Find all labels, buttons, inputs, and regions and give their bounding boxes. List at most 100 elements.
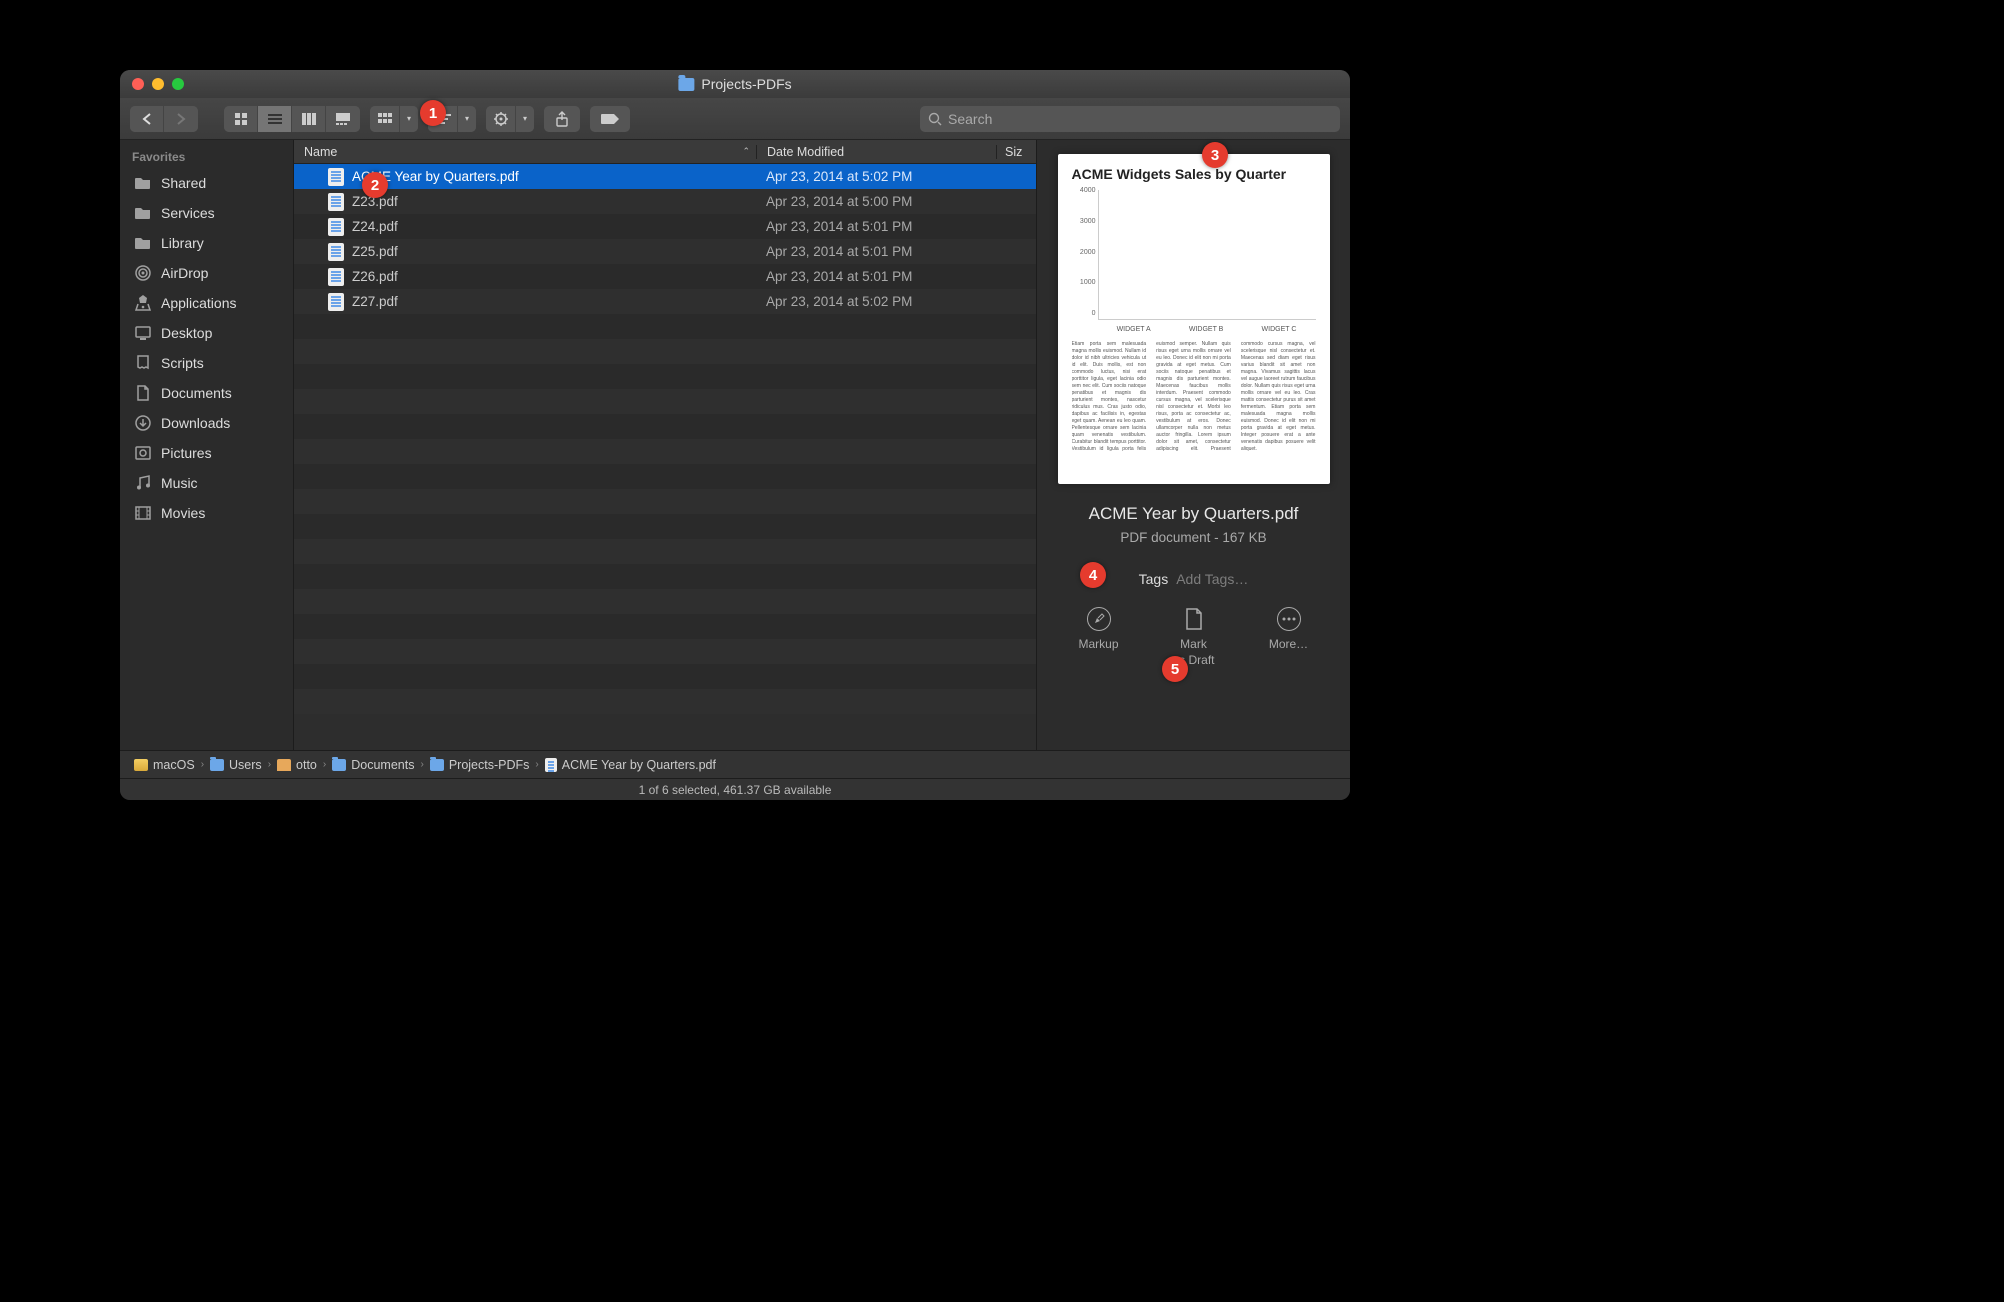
empty-row <box>294 314 1036 339</box>
file-date: Apr 23, 2014 at 5:01 PM <box>756 244 996 259</box>
sidebar-item-label: Library <box>161 235 204 251</box>
empty-row <box>294 614 1036 639</box>
window-controls <box>132 78 184 90</box>
empty-row <box>294 564 1036 589</box>
group-by-button[interactable]: ▾ <box>370 106 418 132</box>
icon-view-button[interactable] <box>224 106 258 132</box>
annotation-badge-1: 1 <box>420 100 446 126</box>
sidebar-item-downloads[interactable]: Downloads <box>120 408 293 438</box>
sidebar-item-label: Applications <box>161 295 237 311</box>
view-mode-buttons <box>224 106 360 132</box>
path-bar: macOS›Users›otto›Documents›Projects-PDFs… <box>120 750 1350 778</box>
preview-filename: ACME Year by Quarters.pdf <box>1089 504 1299 524</box>
empty-row <box>294 664 1036 689</box>
sidebar-item-label: Services <box>161 205 215 221</box>
preview-doc-title: ACME Widgets Sales by Quarter <box>1072 166 1316 182</box>
back-button[interactable] <box>130 106 164 132</box>
annotation-badge-3: 3 <box>1202 142 1228 168</box>
file-row[interactable]: Z26.pdfApr 23, 2014 at 5:01 PM <box>294 264 1036 289</box>
preview-tags-row: Tags Add Tags… <box>1139 571 1249 587</box>
file-rows[interactable]: ACME Year by Quarters.pdfApr 23, 2014 at… <box>294 164 1036 750</box>
sidebar-item-label: AirDrop <box>161 265 208 281</box>
status-bar: 1 of 6 selected, 461.37 GB available <box>120 778 1350 800</box>
column-view-button[interactable] <box>292 106 326 132</box>
column-size[interactable]: Siz <box>996 145 1036 159</box>
preview-thumbnail[interactable]: ACME Widgets Sales by Quarter 4000300020… <box>1058 154 1330 484</box>
add-tags-field[interactable]: Add Tags… <box>1176 571 1248 587</box>
sidebar-item-scripts[interactable]: Scripts <box>120 348 293 378</box>
downloads-icon <box>134 414 152 432</box>
empty-row <box>294 364 1036 389</box>
search-field[interactable]: Search <box>920 106 1340 132</box>
folder-icon <box>678 78 694 91</box>
file-row[interactable]: Z27.pdfApr 23, 2014 at 5:02 PM <box>294 289 1036 314</box>
apps-icon <box>134 294 152 312</box>
pathbar-item[interactable]: ACME Year by Quarters.pdf <box>545 758 716 772</box>
sidebar-item-documents[interactable]: Documents <box>120 378 293 408</box>
mark-as-draft-button[interactable]: Mark as Draft <box>1154 607 1234 667</box>
music-icon <box>134 474 152 492</box>
search-icon <box>928 112 942 126</box>
file-row[interactable]: Z23.pdfApr 23, 2014 at 5:00 PM <box>294 189 1036 214</box>
finder-window: Projects-PDFs ▾ ▾ ▾ <box>120 70 1350 800</box>
empty-row <box>294 539 1036 564</box>
sidebar-item-desktop[interactable]: Desktop <box>120 318 293 348</box>
empty-row <box>294 514 1036 539</box>
pathbar-item[interactable]: macOS <box>134 758 195 772</box>
sidebar-item-label: Pictures <box>161 445 212 461</box>
document-icon <box>1182 607 1206 631</box>
list-view-button[interactable] <box>258 106 292 132</box>
forward-button[interactable] <box>164 106 198 132</box>
tags-label: Tags <box>1139 571 1169 587</box>
column-date-modified[interactable]: Date Modified <box>756 145 996 159</box>
tags-button[interactable] <box>590 106 630 132</box>
pdf-file-icon <box>328 218 344 236</box>
file-date: Apr 23, 2014 at 5:02 PM <box>756 169 996 184</box>
nav-buttons <box>130 106 198 132</box>
action-menu-button[interactable]: ▾ <box>486 106 534 132</box>
file-row[interactable]: ACME Year by Quarters.pdfApr 23, 2014 at… <box>294 164 1036 189</box>
pdf-file-icon <box>328 293 344 311</box>
home-icon <box>277 759 291 771</box>
sidebar-item-music[interactable]: Music <box>120 468 293 498</box>
sidebar-item-library[interactable]: Library <box>120 228 293 258</box>
sidebar-item-label: Shared <box>161 175 206 191</box>
folder-icon <box>134 174 152 192</box>
empty-row <box>294 389 1036 414</box>
sidebar-item-applications[interactable]: Applications <box>120 288 293 318</box>
pathbar-item[interactable]: Documents <box>332 758 414 772</box>
preview-subtitle: PDF document - 167 KB <box>1120 530 1266 545</box>
pathbar-item[interactable]: Projects-PDFs <box>430 758 530 772</box>
sidebar-section-header: Favorites <box>120 146 293 168</box>
preview-body-text: Etiam porta sem malesuada magna mollis e… <box>1072 341 1316 471</box>
file-list-pane: Name⌃ Date Modified Siz ACME Year by Qua… <box>294 140 1036 750</box>
sidebar-item-airdrop[interactable]: AirDrop <box>120 258 293 288</box>
file-row[interactable]: Z24.pdfApr 23, 2014 at 5:01 PM <box>294 214 1036 239</box>
more-actions-button[interactable]: More… <box>1249 607 1329 667</box>
gallery-view-button[interactable] <box>326 106 360 132</box>
empty-row <box>294 589 1036 614</box>
toolbar: ▾ ▾ ▾ Search <box>120 98 1350 140</box>
file-row[interactable]: Z25.pdf Apr 23, 2014 at 5:01 PM <box>294 239 1036 264</box>
sidebar: Favorites Shared Services Library AirDrop Ap… <box>120 140 294 750</box>
minimize-window-button[interactable] <box>152 78 164 90</box>
close-window-button[interactable] <box>132 78 144 90</box>
sidebar-item-services[interactable]: Services <box>120 198 293 228</box>
file-date: Apr 23, 2014 at 5:00 PM <box>756 194 996 209</box>
folder-icon <box>332 759 346 771</box>
sidebar-item-pictures[interactable]: Pictures <box>120 438 293 468</box>
window-title: Projects-PDFs <box>701 76 791 92</box>
file-date: Apr 23, 2014 at 5:02 PM <box>756 294 996 309</box>
pathbar-item[interactable]: Users <box>210 758 262 772</box>
sidebar-item-movies[interactable]: Movies <box>120 498 293 528</box>
file-name: Z25.pdf <box>352 244 398 259</box>
pdf-file-icon <box>328 193 344 211</box>
share-button[interactable] <box>544 106 580 132</box>
column-name[interactable]: Name⌃ <box>294 145 756 159</box>
scripts-icon <box>134 354 152 372</box>
sidebar-item-shared[interactable]: Shared <box>120 168 293 198</box>
sidebar-item-label: Desktop <box>161 325 212 341</box>
zoom-window-button[interactable] <box>172 78 184 90</box>
markup-button[interactable]: Markup <box>1059 607 1139 667</box>
pathbar-item[interactable]: otto <box>277 758 317 772</box>
